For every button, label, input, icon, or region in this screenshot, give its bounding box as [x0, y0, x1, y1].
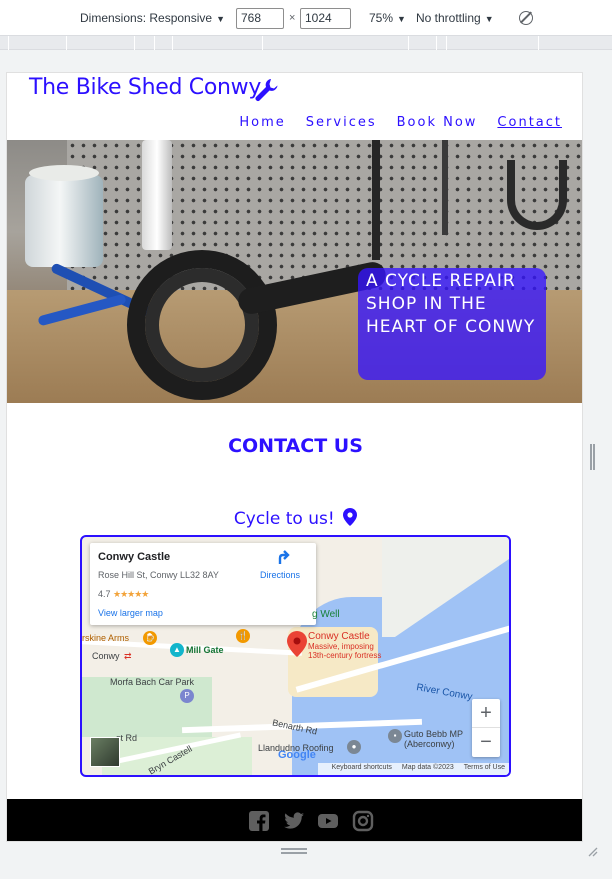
map-label-castle: Conwy Castle	[308, 631, 370, 642]
height-input[interactable]: 1024	[300, 8, 351, 29]
grease-jar-graphic	[25, 165, 103, 267]
tube-graphic	[142, 140, 172, 250]
train-icon: ⇄	[124, 651, 132, 661]
directions-link[interactable]: Directions	[260, 570, 300, 580]
view-larger-map-link[interactable]: View larger map	[98, 608, 163, 618]
map-label-erskine: rskine Arms	[82, 633, 130, 643]
directions-icon[interactable]	[275, 549, 291, 565]
nav-services[interactable]: Services	[306, 115, 377, 130]
map-label-well: g Well	[312, 609, 340, 620]
map-data-text: Map data ©2023	[401, 764, 454, 771]
map-label-morfa: Morfa Bach Car Park	[110, 677, 195, 687]
facebook-icon[interactable]	[248, 810, 270, 832]
zoom-in-button[interactable]: +	[472, 699, 500, 728]
keyboard-shortcuts-link[interactable]: Keyboard shortcuts	[332, 764, 392, 771]
throttling-label: No throttling	[416, 11, 481, 25]
google-logo: Google	[278, 749, 316, 761]
dimensions-label: Dimensions: Responsive	[80, 11, 213, 25]
place-info-card: Conwy Castle Rose Hill St, Conwy LL32 8A…	[90, 543, 316, 625]
logo-text: The Bike Shed Conwy	[29, 75, 262, 100]
width-input[interactable]: 768	[236, 8, 284, 29]
device-viewport: The Bike Shed Conwy Home Services Book Now…	[6, 72, 583, 842]
nav-book-now[interactable]: Book Now	[397, 115, 478, 130]
food-icon[interactable]: 🍴	[236, 629, 250, 643]
dropdown-caret-icon: ▼	[397, 14, 406, 24]
nav-contact[interactable]: Contact	[497, 115, 562, 130]
wrench-icon	[255, 79, 278, 102]
street-view-thumbnail[interactable]	[90, 737, 120, 767]
zoom-dropdown[interactable]: 75% ▼	[369, 11, 406, 25]
place-address: Rose Hill St, Conwy LL32 8AY	[98, 570, 219, 580]
map-label-castle-desc2: 13th-century fortress	[308, 651, 382, 660]
dropdown-caret-icon: ▼	[216, 14, 225, 24]
map-attribution: Keyboard shortcuts Map data ©2023 Terms of…	[317, 763, 509, 775]
contact-heading: CONTACT US	[228, 435, 363, 457]
parking-icon[interactable]: P	[180, 689, 194, 703]
zoom-out-button[interactable]: −	[472, 728, 500, 757]
star-rating-icon: ★★★★★	[113, 589, 149, 599]
place-name: Conwy Castle	[98, 551, 171, 563]
hanging-tool-graphic	[442, 140, 448, 235]
youtube-icon[interactable]	[317, 810, 339, 832]
dropdown-caret-icon: ▼	[484, 14, 494, 24]
map-marker-icon[interactable]	[287, 631, 307, 657]
map-label-castle-desc: Massive, imposing	[308, 642, 374, 651]
map-label-guto: Guto Bebb MP	[404, 729, 464, 739]
cycle-text: Cycle to us!	[233, 509, 335, 529]
pub-icon[interactable]: 🍺	[143, 631, 157, 645]
hero-image: A CYCLE REPAIR SHOP IN THE HEART OF CONW…	[7, 140, 582, 403]
resize-handle-right[interactable]	[590, 444, 595, 470]
times-symbol: ×	[289, 12, 296, 24]
instagram-icon[interactable]	[352, 810, 374, 832]
chainring-graphic	[127, 250, 277, 400]
map-zoom-controls: + −	[472, 699, 500, 757]
rating-value: 4.7	[98, 589, 111, 599]
throttling-dropdown[interactable]: No throttling ▼	[416, 11, 494, 25]
map-label-aberconwy: (Aberconwy)	[404, 739, 455, 749]
cycle-to-us: Cycle to us!	[7, 508, 582, 529]
site-logo[interactable]: The Bike Shed Conwy	[29, 75, 261, 100]
hero-banner: A CYCLE REPAIR SHOP IN THE HEART OF CONW…	[358, 268, 546, 380]
hanging-tool-graphic	[507, 160, 567, 230]
map-label-conwy: Conwy	[92, 651, 120, 661]
media-query-ruler[interactable]	[0, 36, 612, 50]
attraction-icon[interactable]: ▲	[170, 643, 184, 657]
business-icon[interactable]: ●	[347, 740, 361, 754]
main-nav: Home Services Book Now Contact	[219, 111, 562, 130]
google-logo-text: Google	[278, 749, 316, 761]
resize-handle-bottom[interactable]	[281, 848, 307, 854]
place-rating: 4.7 ★★★★★	[98, 589, 149, 600]
site-header: The Bike Shed Conwy Home Services Book Now…	[7, 73, 582, 139]
terms-link[interactable]: Terms of Use	[464, 764, 505, 771]
resize-corner-icon[interactable]	[586, 845, 598, 857]
site-footer	[7, 799, 582, 841]
building-icon[interactable]: ▪	[388, 729, 402, 743]
hanging-tool-graphic	[372, 140, 380, 260]
devtools-toolbar: Dimensions: Responsive ▼ 768 × 1024 75% ▼ …	[0, 0, 612, 36]
location-pin-icon	[343, 508, 358, 526]
twitter-icon[interactable]	[283, 810, 305, 832]
map-label-mill-gate: Mill Gate	[186, 645, 224, 655]
nav-home[interactable]: Home	[239, 115, 285, 130]
rotate-icon[interactable]	[519, 11, 533, 25]
dimensions-dropdown[interactable]: Dimensions: Responsive ▼	[80, 11, 225, 25]
embedded-map[interactable]: Conwy Castle Rose Hill St, Conwy LL32 8A…	[80, 535, 511, 777]
zoom-label: 75%	[369, 11, 394, 25]
